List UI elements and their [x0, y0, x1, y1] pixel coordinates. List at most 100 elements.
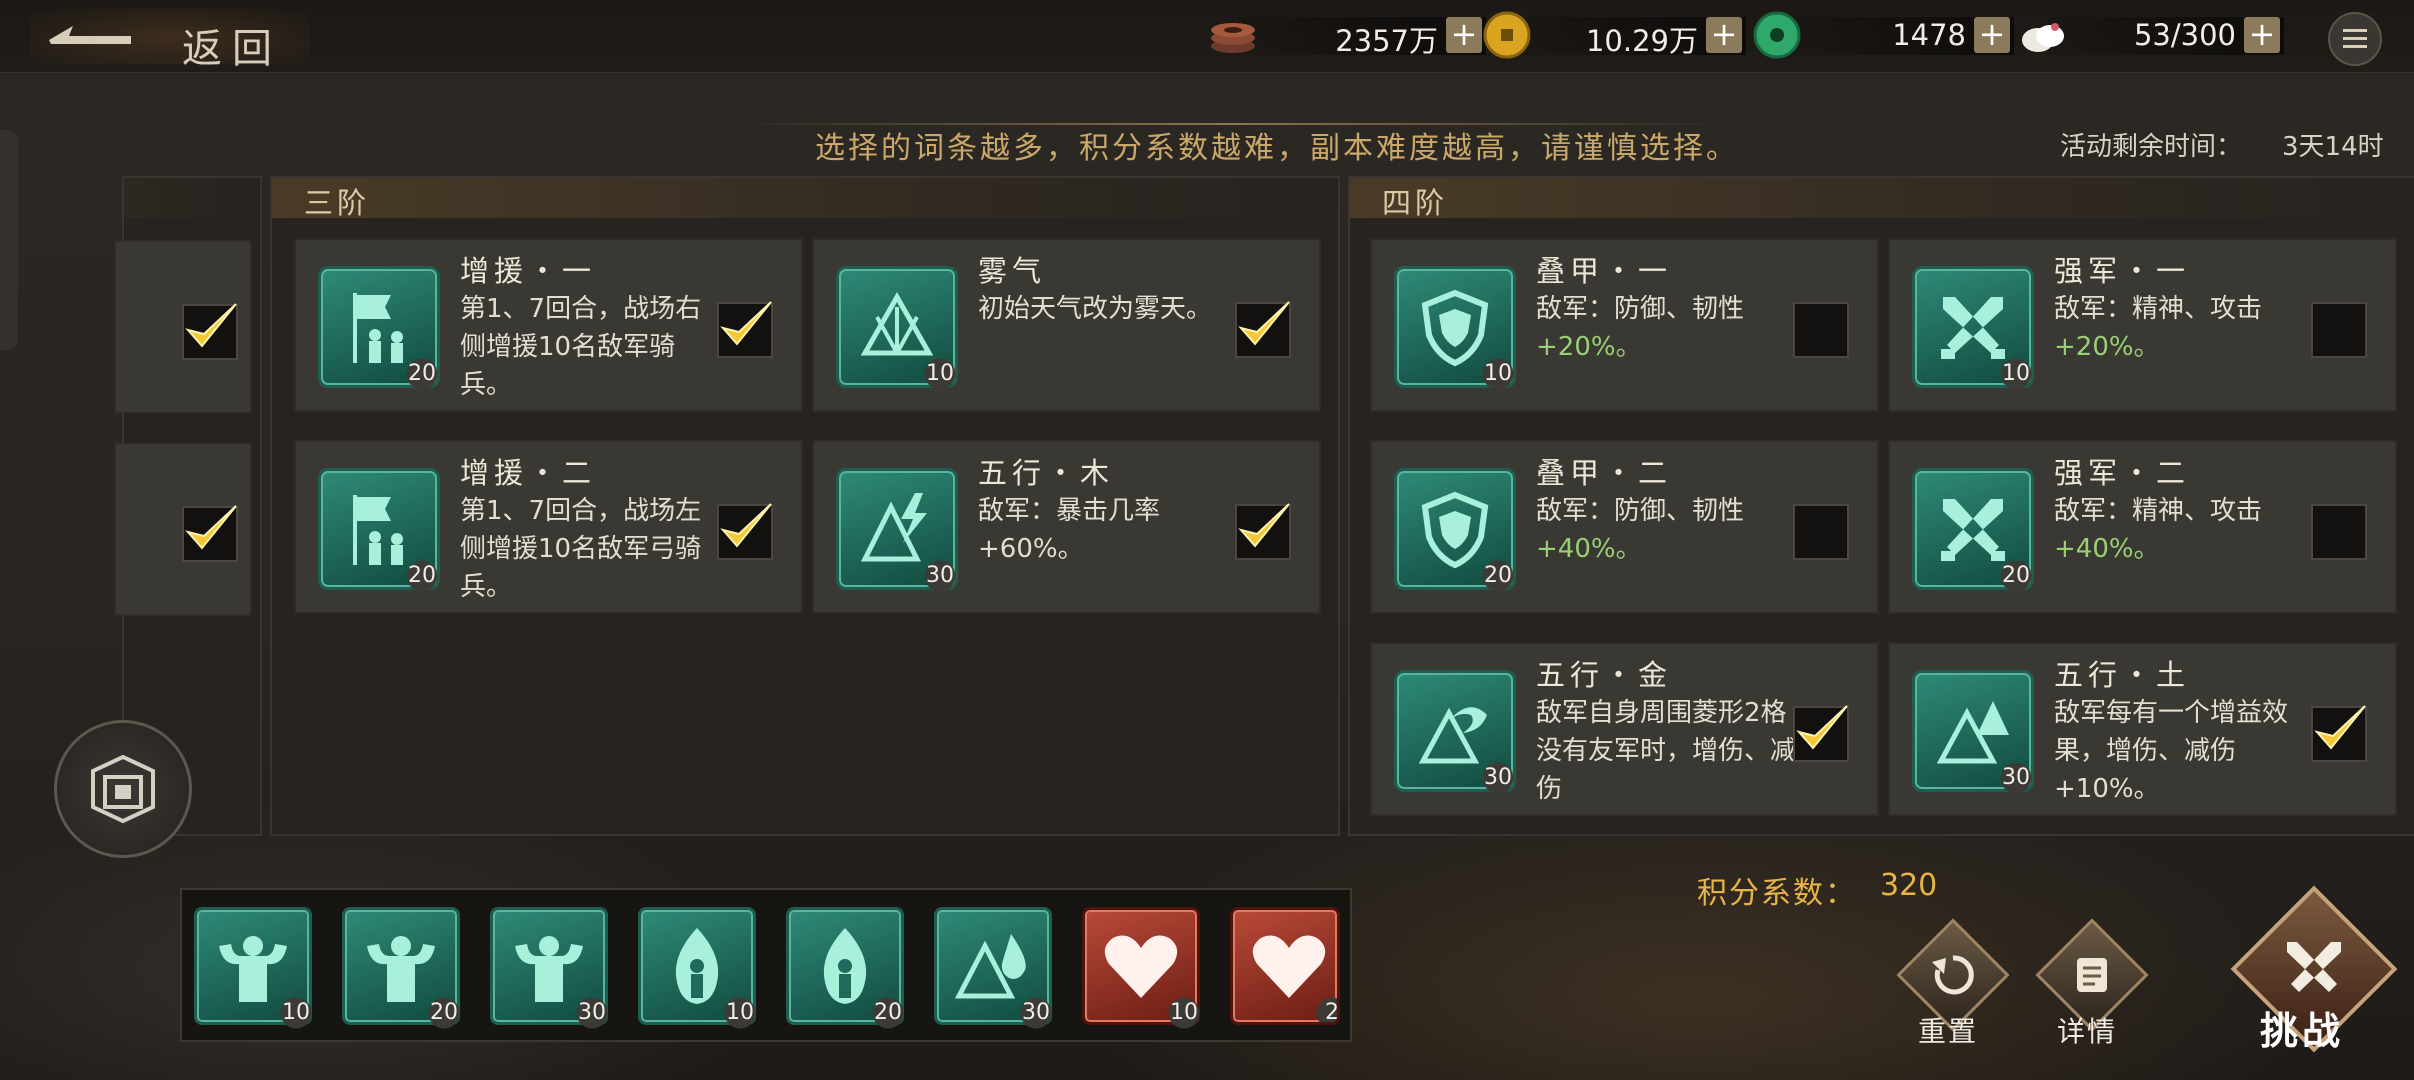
selected-effect-slot[interactable]: 30 [934, 907, 1055, 1032]
checkmark-icon [185, 303, 237, 348]
resource-stamina: 53/300 + [2018, 14, 2284, 58]
card-level: 20 [403, 355, 441, 393]
skill-card-fog[interactable]: 10 雾气 初始天气改为雾天。 [812, 238, 1321, 412]
select-checkbox[interactable] [1793, 504, 1849, 560]
banner-reinforce-icon: 20 [318, 266, 441, 393]
skill-card-armor-1[interactable]: 10 叠甲・一 敌军：防御、韧性 +20%。 [1370, 238, 1879, 412]
card-name: 强军・一 [2054, 254, 2191, 288]
score-value: 320 [1880, 868, 1938, 903]
select-checkbox[interactable] [2311, 504, 2367, 560]
gold-coin-icon [1483, 11, 1531, 59]
select-checkbox[interactable] [1793, 705, 1849, 762]
skill-card-metal[interactable]: 30 五行・金 敌军自身周围菱形2格没有友军时，增伤、减伤 [1370, 642, 1879, 816]
checkmark-icon [720, 503, 772, 548]
card-description: 敌军每有一个增益效果，增伤、减伤 +10%。 [2054, 698, 2289, 804]
shield-icon: 20 [1394, 468, 1517, 595]
slot-level: 10 [1165, 994, 1203, 1032]
checkmark-icon [1796, 705, 1848, 750]
card-level: 10 [921, 355, 959, 393]
card-name: 雾气 [978, 254, 1047, 288]
banner-reinforce-icon: 20 [318, 468, 441, 595]
card-level: 30 [1479, 759, 1517, 797]
checkmark-icon [2314, 705, 2366, 750]
card-description: 敌军自身周围菱形2格没有友军时，增伤、减伤 [1536, 698, 1797, 804]
details-label: 详情 [2057, 1015, 2118, 1048]
resource-jade: 1478 + [1752, 11, 2014, 59]
tier-panel-4: 四阶 10 叠甲・一 敌军：防御、韧性 +20%。 10 强军・一 敌军：精神、攻… [1348, 176, 2414, 836]
select-checkbox[interactable] [2311, 302, 2367, 358]
top-bar: 返回 2357万 + 10.29万 + 1478 + 53/300 + [0, 0, 2414, 73]
tier-title: 四阶 [1382, 186, 1449, 220]
card-description: 第1、7回合，战场左侧增援10名敌军弓骑兵。 [460, 496, 702, 602]
selection-hint: 选择的词条越多，积分系数越难，副本难度越高，请谨慎选择。 [815, 131, 1739, 166]
card-name: 叠甲・二 [1536, 456, 1673, 490]
skill-card-reinforce-2[interactable]: 20 增援・二 第1、7回合，战场左侧增援10名敌军弓骑兵。 [294, 440, 803, 614]
selected-effect-slot[interactable]: 20 [342, 907, 463, 1032]
add-resource-button[interactable]: + [1446, 17, 1482, 53]
selected-effect-slot[interactable]: 10 [194, 907, 315, 1032]
select-checkbox[interactable] [717, 503, 773, 560]
checkmark-icon [720, 301, 772, 346]
resource-value: 2357万 [1335, 24, 1438, 58]
slot-level: 30 [573, 994, 611, 1032]
card-description: 敌军：防御、韧性 +20%。 [1536, 294, 1745, 362]
skill-card-partial[interactable] [114, 442, 252, 616]
select-checkbox[interactable] [1235, 301, 1291, 358]
event-timer-label: 活动剩余时间： [2060, 132, 2243, 162]
selected-effect-slot[interactable]: 20 [786, 907, 907, 1032]
crossed-swords-icon: 20 [1912, 468, 2035, 595]
selected-effect-slot[interactable]: 10 [638, 907, 759, 1032]
selected-effect-slot[interactable]: 2 [1230, 907, 1340, 1025]
fan-lightning-icon: 30 [836, 468, 959, 595]
card-name: 增援・一 [460, 254, 597, 288]
score-label: 积分系数： [1697, 876, 1857, 911]
skill-card-earth[interactable]: 30 五行・土 敌军每有一个增益效果，增伤、减伤 +10%。 [1888, 642, 2397, 816]
checkmark-icon [1238, 301, 1290, 346]
challenge-label: 挑战 [2260, 1009, 2345, 1053]
card-name: 五行・土 [2054, 658, 2191, 692]
card-level: 20 [403, 557, 441, 595]
select-checkbox[interactable] [182, 303, 238, 360]
skill-card-armor-2[interactable]: 20 叠甲・二 敌军：防御、韧性 +40%。 [1370, 440, 1879, 614]
card-level: 10 [1479, 355, 1517, 393]
card-name: 强军・二 [2054, 456, 2191, 490]
slot-level: 20 [869, 994, 907, 1032]
formation-button[interactable] [54, 720, 192, 858]
skill-card-reinforce-1[interactable]: 20 增援・一 第1、7回合，战场右侧增援10名敌军骑兵。 [294, 238, 803, 412]
card-level: 20 [1479, 557, 1517, 595]
checkmark-icon [185, 505, 237, 550]
menu-button[interactable] [2328, 12, 2382, 66]
selected-effect-slot[interactable]: 10 [1082, 907, 1203, 1032]
add-resource-button[interactable]: + [2244, 17, 2280, 53]
select-checkbox[interactable] [182, 505, 238, 562]
resource-value: 53/300 [2133, 18, 2236, 52]
back-button[interactable]: 返回 [30, 8, 310, 72]
select-checkbox[interactable] [717, 301, 773, 358]
checkmark-icon [1238, 503, 1290, 548]
select-checkbox[interactable] [2311, 705, 2367, 762]
select-checkbox[interactable] [1793, 302, 1849, 358]
back-arrow-icon [49, 26, 131, 44]
card-description: 初始天气改为雾天。 [978, 294, 1213, 324]
jade-icon [1753, 11, 1801, 59]
card-level: 20 [1997, 557, 2035, 595]
select-checkbox[interactable] [1235, 503, 1291, 560]
card-name: 五行・木 [978, 456, 1115, 490]
skill-card-partial[interactable] [114, 240, 252, 414]
add-resource-button[interactable]: + [1706, 17, 1742, 53]
skill-card-strong-2[interactable]: 20 强军・二 敌军：精神、攻击 +40%。 [1888, 440, 2397, 614]
card-name: 叠甲・一 [1536, 254, 1673, 288]
skill-card-strong-1[interactable]: 10 强军・一 敌军：精神、攻击 +20%。 [1888, 238, 2397, 412]
selected-effects-tray[interactable]: 10 20 30 10 20 30 10 2 [180, 888, 1352, 1042]
resource-gold: 10.29万 + [1482, 11, 1746, 59]
fan-metal-icon: 30 [1394, 670, 1517, 797]
skill-card-wood[interactable]: 30 五行・木 敌军：暴击几率 +60%。 [812, 440, 1321, 614]
add-resource-button[interactable]: + [1974, 17, 2010, 53]
card-description: 敌军：防御、韧性 +40%。 [1536, 496, 1745, 564]
shield-icon: 10 [1394, 266, 1517, 393]
left-drawer-tab[interactable] [0, 130, 18, 350]
selected-effect-slot[interactable]: 30 [490, 907, 611, 1032]
slot-level: 30 [1017, 994, 1055, 1032]
coin-stack-icon [1211, 23, 1255, 53]
card-description: 敌军：精神、攻击 +40%。 [2054, 496, 2263, 564]
